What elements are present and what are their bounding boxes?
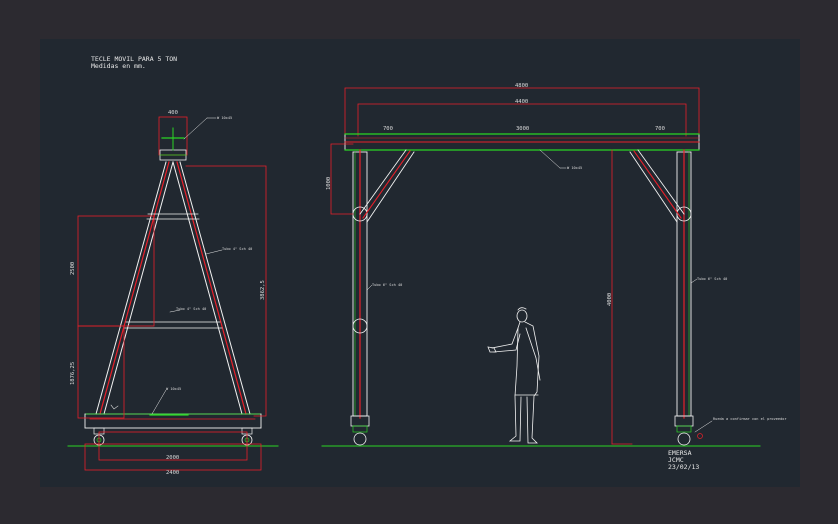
front-leader-beam — [539, 149, 561, 169]
side-leader-base — [151, 389, 167, 415]
front-right-brace-b — [629, 151, 678, 223]
front-left-brace-red — [362, 150, 411, 219]
side-dim-right-line — [185, 165, 267, 417]
side-dim-left-upper: 2500 — [70, 262, 76, 275]
front-leader-note — [694, 420, 713, 433]
side-dim-top: 400 — [168, 110, 178, 116]
front-label-left-post: Tubo 6" Sch 40 — [372, 283, 402, 287]
front-dim-height: 4000 — [607, 293, 613, 306]
front-label-beam: W 10x45 — [567, 166, 582, 170]
front-dim-inner: 4400 — [515, 99, 528, 105]
side-label-beam: W 10x45 — [217, 116, 232, 120]
side-right-leg-red — [176, 161, 247, 415]
cad-drawing: TECLE MOVIL PARA 5 TON Medidas en mm. 40… — [67, 55, 787, 476]
side-leader-top — [183, 117, 208, 140]
front-dim-center: 3000 — [516, 126, 529, 132]
side-leader-tube — [205, 249, 223, 255]
side-view: 400 W 10x45 2500 1876,25 3862,5 2000 240… — [67, 110, 279, 476]
front-note: Rueda a confirmar con el proveedor — [713, 417, 787, 421]
drawing-subtitle: Medidas en mm. — [91, 62, 146, 70]
side-dim-bottom-outer: 2400 — [166, 470, 179, 476]
sig-date: 23/02/13 — [668, 463, 699, 471]
front-dim-brace: 1000 — [326, 177, 332, 190]
side-right-leg-outer — [179, 161, 251, 415]
front-label-right-post: Tubo 6" Sch 40 — [697, 277, 727, 281]
side-left-leg-inner — [103, 161, 174, 415]
side-left-leg-outer — [95, 161, 167, 415]
side-right-leg-inner — [172, 161, 243, 415]
side-leader-mark — [110, 404, 119, 410]
side-dim-left-lower: 1876,25 — [70, 362, 76, 385]
front-dim-left: 700 — [383, 126, 393, 132]
side-dim-bottom-inner: 2000 — [166, 455, 179, 461]
side-dim-right: 3862,5 — [260, 280, 266, 300]
front-right-brace-red — [633, 150, 682, 219]
front-left-brace-b — [366, 151, 415, 223]
side-label-brace: Tubo 4" Sch 40 — [176, 307, 206, 311]
side-label-tube: Tubo 4" Sch 40 — [222, 247, 252, 251]
front-wheel-left — [350, 415, 370, 446]
side-base-beam — [84, 413, 262, 429]
side-dim-upper-box — [77, 215, 155, 327]
side-left-leg-red — [99, 161, 170, 415]
front-dim-right: 700 — [655, 126, 665, 132]
front-note-marker — [697, 433, 703, 439]
human-figure — [487, 307, 541, 444]
front-wheel-right — [674, 415, 694, 446]
front-view: 4800 4400 700 3000 700 W 10x45 1000 4000… — [321, 83, 787, 447]
front-dim-brace-line — [330, 143, 354, 215]
front-dim-total: 4800 — [515, 83, 528, 89]
side-label-base: W 10x45 — [166, 387, 181, 391]
